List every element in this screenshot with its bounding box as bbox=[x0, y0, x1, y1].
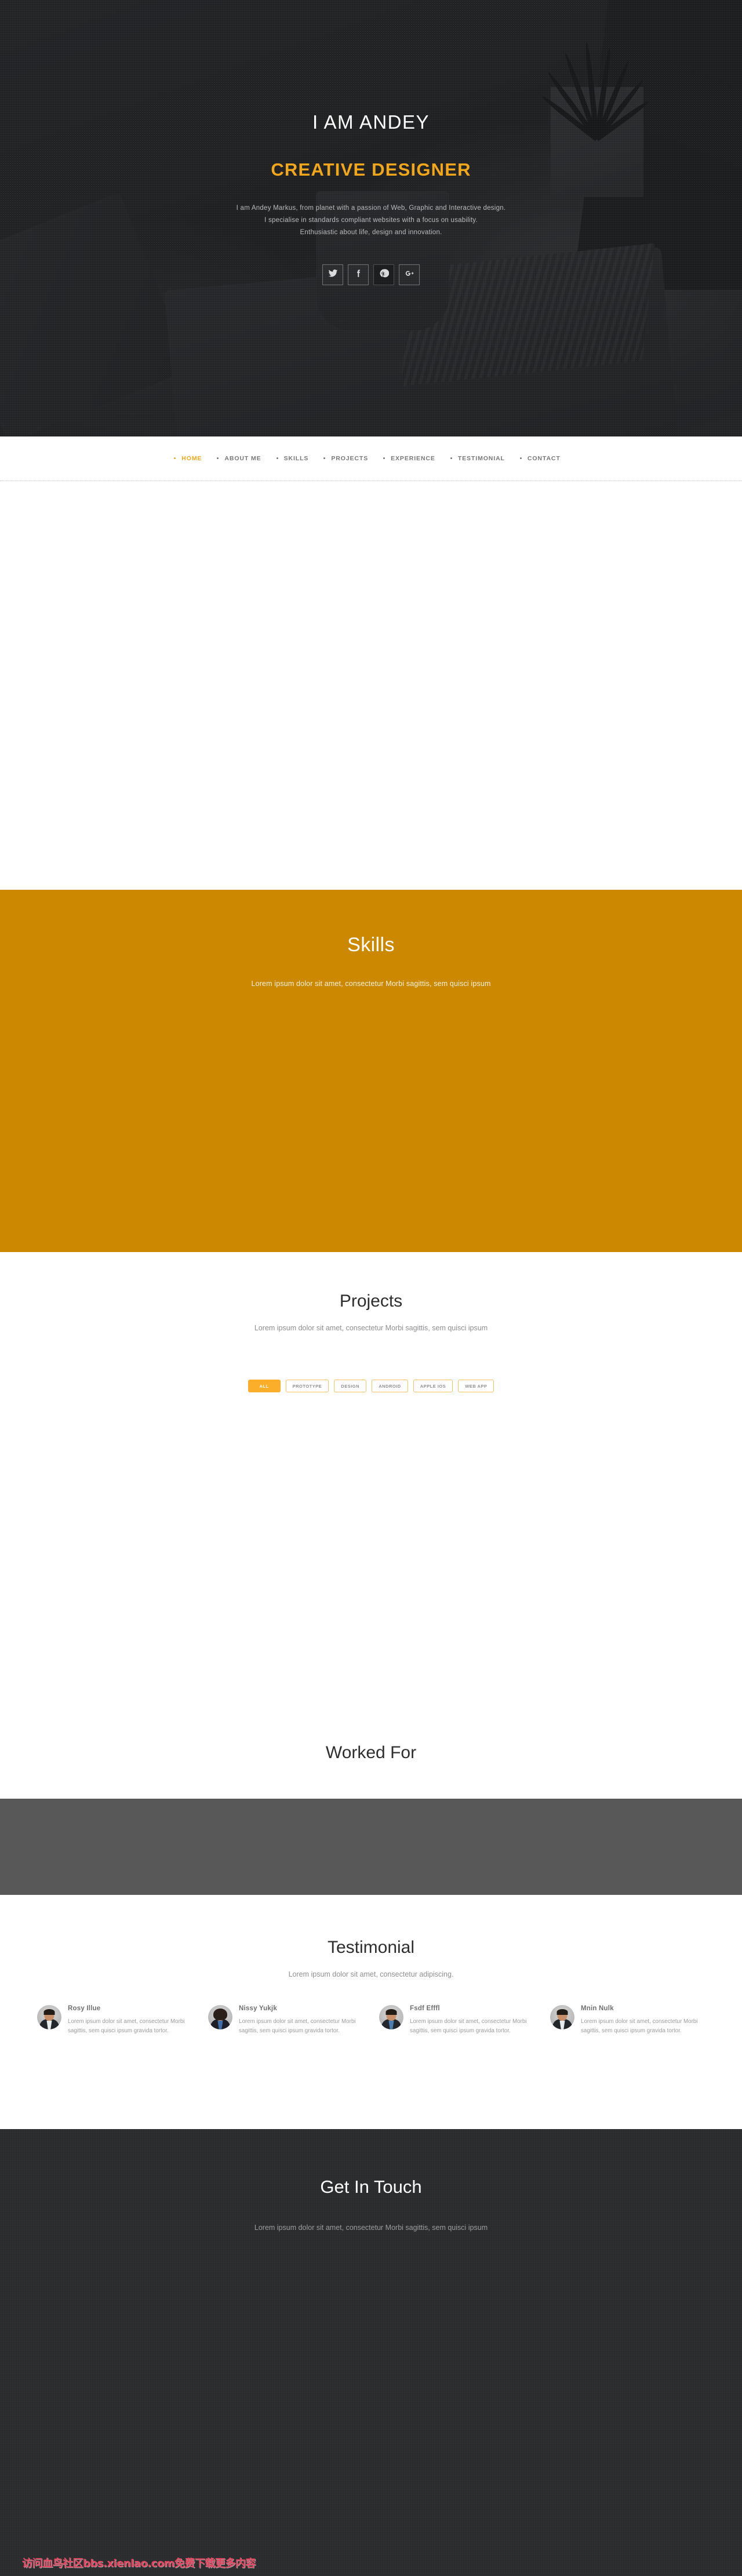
filter-button-apple-ios[interactable]: APPLE IOS bbox=[413, 1380, 453, 1392]
hero-description: I am Andey Markus, from planet with a pa… bbox=[0, 202, 742, 239]
skills-section: Skills Lorem ipsum dolor sit amet, conse… bbox=[0, 890, 742, 1252]
worked-for-section: Worked For bbox=[0, 1710, 742, 1799]
pinterest-icon bbox=[379, 268, 389, 281]
client-logos-band bbox=[0, 1799, 742, 1895]
avatar bbox=[379, 2005, 403, 2029]
hero-description-line-1: I am Andey Markus, from planet with a pa… bbox=[236, 205, 506, 212]
nav-item-projects[interactable]: PROJECTS bbox=[331, 455, 368, 462]
nav-item-experience[interactable]: EXPERIENCE bbox=[391, 455, 435, 462]
twitter-icon bbox=[328, 268, 338, 281]
filter-button-prototype[interactable]: PROTOTYPE bbox=[285, 1380, 329, 1392]
testimonial-text: Lorem ipsum dolor sit amet, consectetur … bbox=[410, 2018, 527, 2034]
testimonial-text: Lorem ipsum dolor sit amet, consectetur … bbox=[68, 2018, 185, 2034]
nav-item-about-me[interactable]: ABOUT ME bbox=[224, 455, 261, 462]
projects-subtitle: Lorem ipsum dolor sit amet, consectetur … bbox=[254, 1324, 488, 1332]
testimonial-card: Rosy Illue Lorem ipsum dolor sit amet, c… bbox=[29, 2005, 200, 2036]
social-link-facebook[interactable] bbox=[348, 264, 369, 285]
testimonial-section: Testimonial Lorem ipsum dolor sit amet, … bbox=[0, 1895, 742, 2129]
social-link-google-plus[interactable] bbox=[399, 264, 420, 285]
nav-item-home[interactable]: HOME bbox=[181, 455, 202, 462]
hero-section: I AM ANDEY CREATIVE DESIGNER I am Andey … bbox=[0, 0, 742, 436]
social-link-twitter[interactable] bbox=[322, 264, 343, 285]
hero-description-line-3: Enthusiastic about life, design and inno… bbox=[300, 229, 442, 236]
avatar bbox=[37, 2005, 61, 2029]
skills-title: Skills bbox=[347, 934, 395, 956]
watermark-overlay: 访问血鸟社区bbs.xienlao.com免费下载更多内容 bbox=[0, 2549, 742, 2576]
nav-item-testimonial[interactable]: TESTIMONIAL bbox=[458, 455, 505, 462]
testimonial-card: Nissy Yukjk Lorem ipsum dolor sit amet, … bbox=[200, 2005, 371, 2036]
contact-subtitle: Lorem ipsum dolor sit amet, consectetur … bbox=[254, 2224, 488, 2232]
avatar bbox=[550, 2005, 574, 2029]
avatar bbox=[208, 2005, 232, 2029]
filter-button-design[interactable]: DESIGN bbox=[334, 1380, 367, 1392]
testimonial-title: Testimonial bbox=[327, 1938, 415, 1957]
filter-button-web-app[interactable]: WEB APP bbox=[458, 1380, 494, 1392]
projects-section: Projects Lorem ipsum dolor sit amet, con… bbox=[0, 1252, 742, 1710]
main-navigation: HOME ABOUT ME SKILLS PROJECTS EXPERIENCE… bbox=[0, 436, 742, 481]
social-link-pinterest[interactable] bbox=[373, 264, 394, 285]
projects-title: Projects bbox=[339, 1291, 403, 1311]
watermark-text: 访问血鸟社区bbs.xienlao.com免费下载更多内容 bbox=[22, 2557, 256, 2570]
hero-description-line-2: I specialise in standards compliant webs… bbox=[264, 217, 478, 224]
contact-title: Get In Touch bbox=[320, 2177, 422, 2197]
testimonial-name: Fsdf Efffl bbox=[410, 2005, 440, 2012]
testimonial-card: Mnin Nulk Lorem ipsum dolor sit amet, co… bbox=[542, 2005, 713, 2036]
testimonial-text: Lorem ipsum dolor sit amet, consectetur … bbox=[239, 2018, 356, 2034]
filter-button-android[interactable]: ANDROID bbox=[372, 1380, 408, 1392]
nav-item-contact[interactable]: CONTACT bbox=[528, 455, 561, 462]
testimonial-name: Mnin Nulk bbox=[581, 2005, 614, 2012]
testimonial-name: Nissy Yukjk bbox=[239, 2005, 277, 2012]
skills-subtitle: Lorem ipsum dolor sit amet, consectetur … bbox=[251, 980, 491, 988]
testimonial-name: Rosy Illue bbox=[68, 2005, 101, 2012]
nav-list: HOME ABOUT ME SKILLS PROJECTS EXPERIENCE… bbox=[181, 455, 560, 462]
nav-item-skills[interactable]: SKILLS bbox=[284, 455, 309, 462]
google-plus-icon bbox=[405, 268, 414, 281]
project-filter-group: ALL PROTOTYPE DESIGN ANDROID APPLE IOS W… bbox=[0, 1380, 742, 1392]
filter-button-all[interactable]: ALL bbox=[248, 1380, 281, 1392]
testimonial-list: Rosy Illue Lorem ipsum dolor sit amet, c… bbox=[0, 2005, 742, 2036]
testimonial-subtitle: Lorem ipsum dolor sit amet, consectetur … bbox=[288, 1970, 454, 1978]
hero-name: I AM ANDEY bbox=[312, 111, 430, 133]
testimonial-card: Fsdf Efffl Lorem ipsum dolor sit amet, c… bbox=[371, 2005, 542, 2036]
testimonial-text: Lorem ipsum dolor sit amet, consectetur … bbox=[581, 2018, 698, 2034]
about-me-section bbox=[0, 481, 742, 890]
worked-for-title: Worked For bbox=[325, 1743, 417, 1762]
hero-social-links bbox=[0, 264, 742, 285]
hero-role: CREATIVE DESIGNER bbox=[271, 159, 471, 180]
contact-section: Get In Touch Lorem ipsum dolor sit amet,… bbox=[0, 2129, 742, 2576]
facebook-icon bbox=[354, 268, 363, 281]
